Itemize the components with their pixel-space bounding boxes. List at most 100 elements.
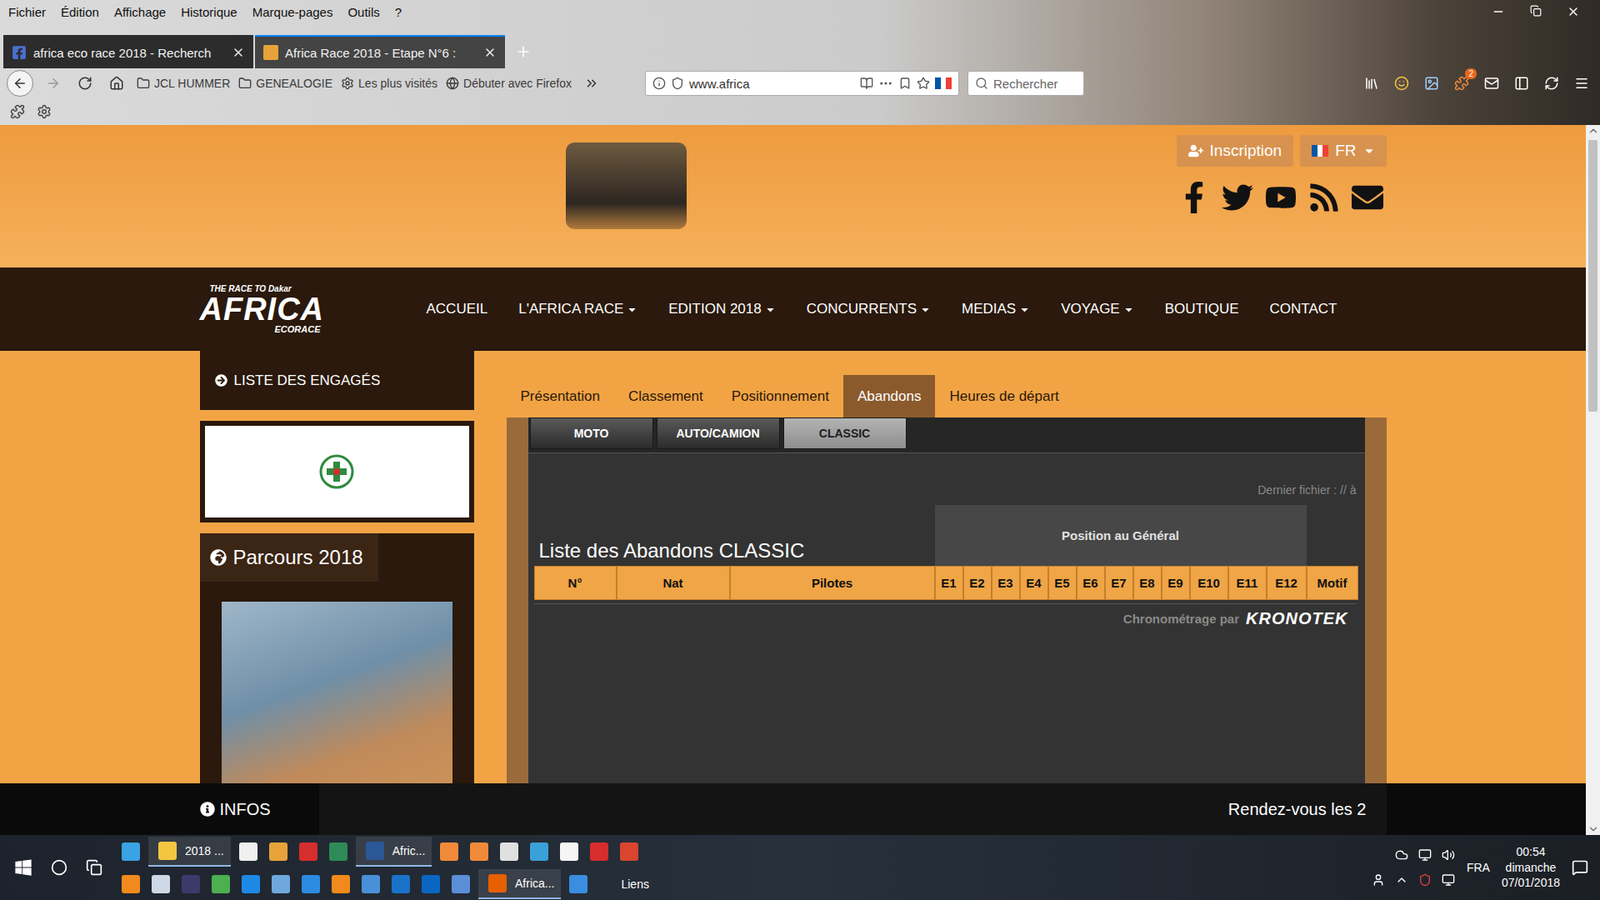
- envelope-icon[interactable]: [1351, 181, 1384, 214]
- menu-item[interactable]: Outils: [347, 5, 380, 20]
- scroll-down-icon[interactable]: [1587, 823, 1600, 835]
- home-button[interactable]: [105, 71, 129, 95]
- windows-icon[interactable]: [14, 858, 33, 877]
- image-button[interactable]: [1420, 71, 1444, 95]
- minimize-icon[interactable]: [1491, 5, 1505, 19]
- app-icon[interactable]: [299, 842, 318, 861]
- restore-icon[interactable]: [1530, 5, 1542, 17]
- page-tab[interactable]: Classement: [614, 375, 718, 418]
- nav-item[interactable]: BOUTIQUE: [1165, 300, 1240, 318]
- links-toolbar[interactable]: Liens: [620, 877, 649, 891]
- clock[interactable]: 00:54dimanche07/01/2018: [1501, 844, 1560, 892]
- reader-icon[interactable]: [860, 76, 874, 90]
- extension-button[interactable]: 2: [1450, 71, 1474, 95]
- puzzle-icon[interactable]: [10, 104, 25, 120]
- close-icon[interactable]: [1566, 5, 1580, 19]
- taskbar-button[interactable]: Afric...: [355, 836, 433, 867]
- menu-item[interactable]: Fichier: [8, 5, 46, 20]
- bookmark[interactable]: JCL HUMMER: [136, 76, 230, 90]
- library-button[interactable]: [1360, 71, 1384, 95]
- nav-item[interactable]: CONCURRENTS: [806, 300, 931, 318]
- app-icon[interactable]: [361, 875, 380, 894]
- app-icon[interactable]: [241, 875, 260, 894]
- app-icon[interactable]: [569, 875, 588, 894]
- reload-button[interactable]: [73, 71, 97, 95]
- mail-button[interactable]: [1480, 71, 1504, 95]
- new-tab-button[interactable]: [506, 35, 540, 69]
- nav-item[interactable]: CONTACT: [1270, 300, 1338, 318]
- page-scrollbar[interactable]: [1585, 125, 1600, 835]
- app-icon[interactable]: [440, 842, 459, 861]
- menu-item[interactable]: Marque-pages: [252, 5, 334, 20]
- bookmark[interactable]: GENEALOGIE: [238, 76, 333, 90]
- menu-button[interactable]: [1570, 71, 1594, 95]
- forward-button[interactable]: [41, 71, 65, 95]
- rss-icon[interactable]: [1308, 181, 1340, 214]
- app-icon[interactable]: [121, 842, 140, 861]
- app-icon[interactable]: [391, 875, 410, 894]
- bookmarks-overflow[interactable]: [580, 71, 604, 95]
- app-icon[interactable]: [421, 875, 440, 894]
- menu-item[interactable]: Historique: [180, 5, 238, 20]
- security-icon[interactable]: [1418, 873, 1432, 887]
- category-button[interactable]: AUTO/CAMION: [656, 417, 780, 450]
- app-icon[interactable]: [329, 842, 348, 861]
- app-icon[interactable]: [620, 842, 639, 861]
- menu-item[interactable]: Affichage: [114, 5, 166, 20]
- pocket-icon[interactable]: [898, 76, 912, 90]
- volume-icon[interactable]: [1441, 848, 1455, 862]
- app-icon[interactable]: [470, 842, 489, 861]
- menu-item[interactable]: Édition: [60, 5, 100, 20]
- sidebar-button[interactable]: [1510, 71, 1534, 95]
- nav-item[interactable]: EDITION 2018: [668, 300, 776, 318]
- app-icon[interactable]: [239, 842, 258, 861]
- cortana-icon[interactable]: [50, 859, 68, 876]
- app-icon[interactable]: [269, 842, 288, 861]
- chevron-up-icon[interactable]: [1395, 873, 1409, 887]
- entrants-link[interactable]: LISTE DES ENGAGÉS: [200, 350, 475, 410]
- nav-item[interactable]: MEDIAS: [961, 300, 1030, 318]
- onedrive-icon[interactable]: [1395, 848, 1409, 862]
- display-icon[interactable]: [1441, 873, 1455, 887]
- star-icon[interactable]: [916, 76, 930, 90]
- page-tab[interactable]: Heures de départ: [935, 375, 1073, 418]
- signup-button[interactable]: Inscription: [1176, 135, 1295, 167]
- app-icon[interactable]: [211, 875, 230, 894]
- facebook-icon[interactable]: [1178, 181, 1210, 214]
- gear-icon[interactable]: [36, 104, 52, 120]
- browser-tab[interactable]: africa eco race 2018 - Recherch: [3, 35, 254, 69]
- app-icon[interactable]: [181, 875, 200, 894]
- emoji-button[interactable]: [1390, 71, 1414, 95]
- twitter-icon[interactable]: [1221, 181, 1254, 214]
- app-icon[interactable]: [500, 842, 519, 861]
- app-icon[interactable]: [530, 842, 549, 861]
- taskbar-button[interactable]: Africa...: [478, 869, 561, 900]
- route-map[interactable]: [221, 601, 453, 784]
- app-icon[interactable]: [590, 842, 609, 861]
- page-tab[interactable]: Abandons: [843, 375, 936, 418]
- network-icon[interactable]: [1418, 848, 1432, 862]
- scroll-up-icon[interactable]: [1587, 125, 1600, 137]
- close-tab-icon[interactable]: [231, 45, 245, 60]
- category-button[interactable]: CLASSIC: [783, 417, 907, 450]
- bookmark[interactable]: Débuter avec Firefox: [445, 76, 572, 90]
- taskbar-button[interactable]: 2018 ...: [148, 836, 231, 867]
- language-indicator[interactable]: FRA: [1466, 860, 1490, 875]
- app-icon[interactable]: [121, 875, 140, 894]
- app-icon[interactable]: [271, 875, 290, 894]
- bookmark[interactable]: Les plus visités: [340, 76, 438, 90]
- youtube-icon[interactable]: [1265, 181, 1297, 214]
- people-icon[interactable]: [1371, 873, 1385, 887]
- search-box[interactable]: Rechercher: [967, 70, 1085, 96]
- more-icon[interactable]: [878, 75, 894, 91]
- page-tab[interactable]: Positionnement: [717, 375, 844, 418]
- site-logo[interactable]: THE RACE TO DakarAFRICAECORACE: [200, 285, 352, 335]
- task-view-icon[interactable]: [85, 859, 103, 876]
- app-icon[interactable]: [331, 875, 350, 894]
- timing-brand[interactable]: KRONOTEK: [1245, 609, 1348, 629]
- scroll-thumb[interactable]: [1588, 140, 1598, 412]
- nav-item[interactable]: VOYAGE: [1060, 300, 1135, 318]
- close-tab-icon[interactable]: [483, 45, 497, 60]
- menu-item[interactable]: ?: [395, 5, 402, 20]
- category-button[interactable]: MOTO: [530, 417, 654, 450]
